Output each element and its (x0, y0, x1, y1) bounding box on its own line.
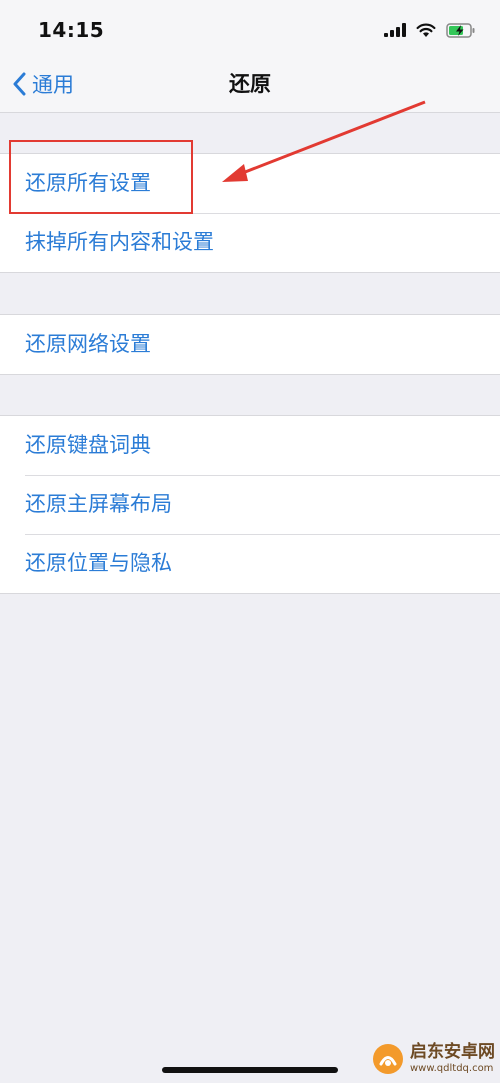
page-title: 还原 (229, 72, 271, 96)
watermark: 启东安卓网 www.qdltdq.com (372, 1043, 495, 1075)
watermark-logo-icon (373, 1044, 403, 1074)
erase-all-content-row[interactable]: 抹掉所有内容和设置 (0, 213, 500, 272)
watermark-url: www.qdltdq.com (410, 1063, 494, 1074)
reset-location-privacy-row[interactable]: 还原位置与隐私 (0, 534, 500, 593)
reset-group-1: 还原所有设置 抹掉所有内容和设置 (0, 153, 500, 273)
nav-bar: 还原 通用 (0, 56, 500, 113)
back-button-label: 通用 (32, 73, 74, 97)
reset-network-settings-row[interactable]: 还原网络设置 (0, 315, 500, 374)
reset-group-2: 还原网络设置 (0, 314, 500, 375)
home-indicator (162, 1067, 338, 1073)
battery-charging-icon (446, 22, 475, 38)
back-button[interactable]: 通用 (12, 56, 74, 112)
reset-group-3: 还原键盘词典 还原主屏幕布局 还原位置与隐私 (0, 415, 500, 594)
reset-all-settings-row[interactable]: 还原所有设置 (0, 154, 500, 213)
cellular-signal-icon (384, 23, 406, 37)
watermark-name: 启东安卓网 (410, 1042, 495, 1062)
status-icons (384, 18, 476, 42)
reset-home-screen-layout-row[interactable]: 还原主屏幕布局 (0, 475, 500, 534)
reset-keyboard-dictionary-row[interactable]: 还原键盘词典 (0, 416, 500, 475)
status-bar: 14:15 (0, 0, 500, 56)
chevron-left-icon (13, 72, 26, 96)
status-time: 14:15 (38, 18, 105, 42)
wifi-icon (416, 23, 436, 37)
